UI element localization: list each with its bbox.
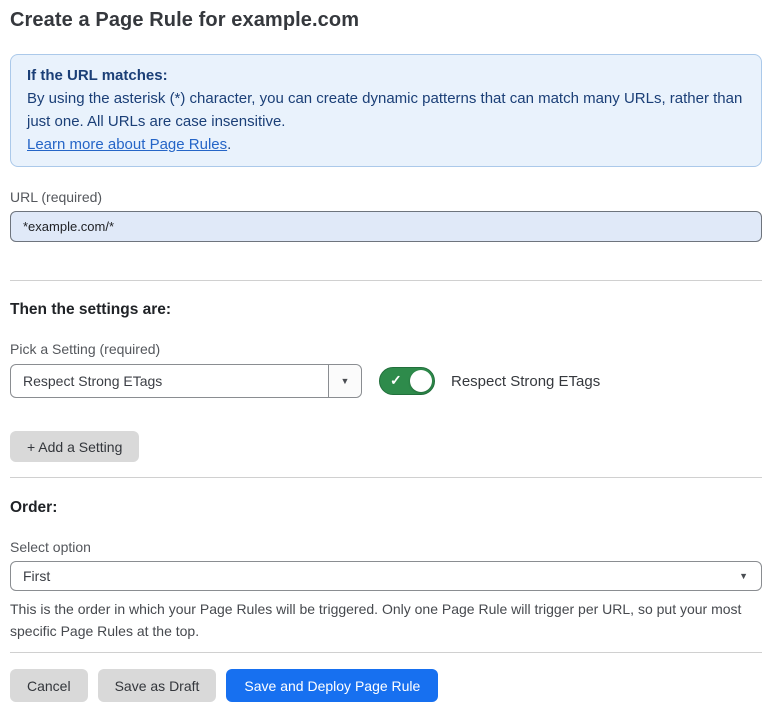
divider (10, 652, 762, 653)
order-select-value: First (11, 568, 739, 584)
chevron-down-icon: ▼ (341, 377, 350, 386)
cancel-button[interactable]: Cancel (10, 669, 88, 702)
order-select-label: Select option (10, 539, 762, 555)
url-label: URL (required) (10, 189, 762, 205)
link-period: . (227, 136, 231, 153)
toggle-knob (410, 370, 432, 392)
create-page-rule-form: Create a Page Rule for example.com If th… (0, 0, 769, 702)
add-setting-button[interactable]: + Add a Setting (10, 431, 139, 462)
url-input[interactable] (10, 211, 762, 242)
divider (10, 477, 762, 478)
info-box-link-line: Learn more about Page Rules. (27, 133, 745, 156)
order-select[interactable]: First ▼ (10, 561, 762, 591)
setting-select[interactable]: Respect Strong ETags ▼ (10, 364, 362, 398)
pick-setting-label: Pick a Setting (required) (10, 341, 762, 357)
page-title: Create a Page Rule for example.com (10, 0, 762, 32)
learn-more-link[interactable]: Learn more about Page Rules (27, 136, 227, 153)
order-heading: Order: (10, 499, 762, 517)
order-help-text: This is the order in which your Page Rul… (10, 598, 755, 642)
url-match-info-box: If the URL matches: By using the asteris… (10, 54, 762, 167)
footer-actions: Cancel Save as Draft Save and Deploy Pag… (10, 669, 762, 702)
setting-select-arrow-button[interactable]: ▼ (328, 365, 361, 397)
info-box-body: By using the asterisk (*) character, you… (27, 87, 743, 133)
divider (10, 280, 762, 281)
setting-select-value: Respect Strong ETags (11, 373, 328, 389)
save-draft-button[interactable]: Save as Draft (98, 669, 217, 702)
check-icon: ✓ (390, 372, 402, 389)
setting-row: Respect Strong ETags ▼ ✓ Respect Strong … (10, 364, 762, 398)
setting-toggle[interactable]: ✓ (379, 367, 435, 395)
save-deploy-button[interactable]: Save and Deploy Page Rule (226, 669, 438, 702)
toggle-label: Respect Strong ETags (451, 373, 600, 390)
info-box-heading: If the URL matches: (27, 64, 745, 87)
chevron-down-icon: ▼ (739, 572, 748, 581)
settings-heading: Then the settings are: (10, 301, 762, 319)
